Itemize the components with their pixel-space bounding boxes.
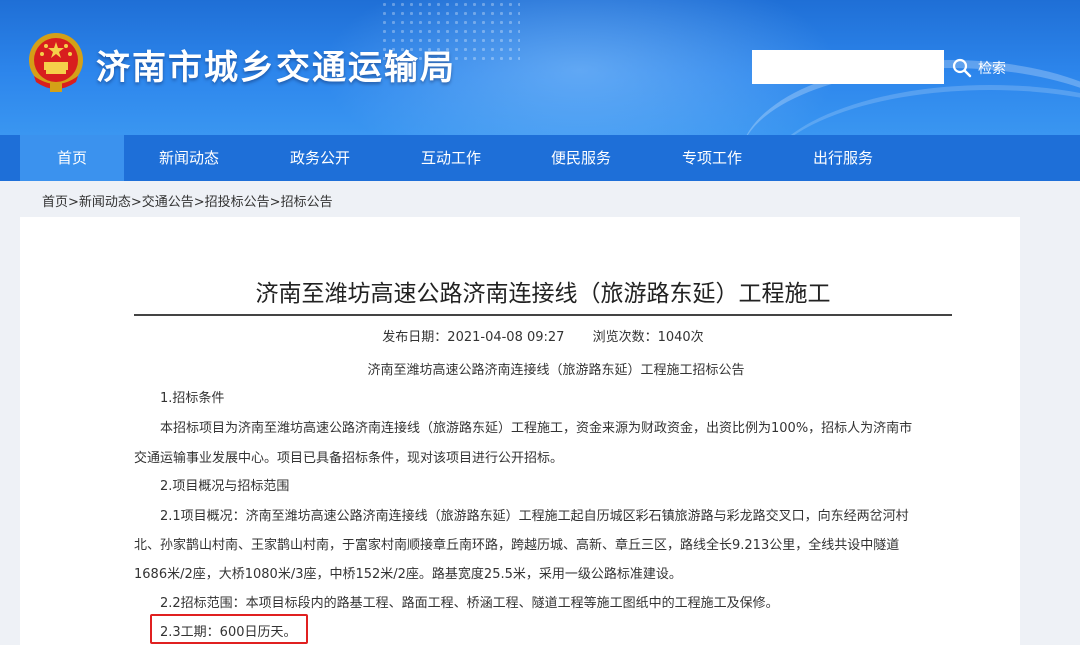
paragraph: 1.招标条件 <box>160 391 225 406</box>
nav-item-government-affairs[interactable]: 政务公开 <box>254 135 386 181</box>
nav-item-interaction[interactable]: 互动工作 <box>386 135 516 181</box>
search-button-label: 检索 <box>978 61 1006 77</box>
paragraph: 交通运输事业发展中心。项目已具备招标条件，现对该项目进行公开招标。 <box>134 451 564 466</box>
nav-item-home[interactable]: 首页 <box>20 135 124 181</box>
highlight-box <box>150 614 308 644</box>
article-title: 济南至潍坊高速公路济南连接线（旅游路东延）工程施工 <box>255 281 831 307</box>
site-header: 济南市城乡交通运输局 检索 <box>0 0 1080 135</box>
paragraph: 2.项目概况与招标范围 <box>160 479 290 494</box>
paragraph: 1686米/2座，大桥1080米/3座，中桥152米/2座。路基宽度25.5米，… <box>134 567 682 582</box>
main-nav: 首页 新闻动态 政务公开 互动工作 便民服务 专项工作 出行服务 <box>0 135 1080 181</box>
article-meta: 发布日期：2021-04-08 09:27 浏览次数：1040次 <box>0 326 1080 345</box>
national-emblem-icon <box>29 33 83 92</box>
nav-item-travel-service[interactable]: 出行服务 <box>778 135 908 181</box>
publish-date: 发布日期：2021-04-08 09:27 <box>382 330 565 345</box>
nav-item-special-work[interactable]: 专项工作 <box>646 135 778 181</box>
search-button[interactable]: 检索 <box>952 54 1006 82</box>
article-subtitle: 济南至潍坊高速公路济南连接线（旅游路东延）工程施工招标公告 <box>367 363 745 378</box>
paragraph: 2.2招标范围：本项目标段内的路基工程、路面工程、桥涵工程、隧道工程等施工图纸中… <box>160 596 779 611</box>
title-divider <box>134 314 952 316</box>
nav-item-news[interactable]: 新闻动态 <box>124 135 254 181</box>
search-icon <box>952 58 972 78</box>
site-title: 济南市城乡交通运输局 <box>96 48 456 88</box>
view-count: 浏览次数：1040次 <box>592 330 704 345</box>
nav-item-public-service[interactable]: 便民服务 <box>516 135 646 181</box>
breadcrumb[interactable]: 首页>新闻动态>交通公告>招投标公告>招标公告 <box>42 191 333 210</box>
paragraph: 北、孙家鹊山村南、王家鹊山村南，于富家村南顺接章丘南环路，跨越历城、高新、章丘三… <box>134 538 900 553</box>
paragraph: 本招标项目为济南至潍坊高速公路济南连接线（旅游路东延）工程施工，资金来源为财政资… <box>160 421 913 436</box>
paragraph: 2.1项目概况：济南至潍坊高速公路济南连接线（旅游路东延）工程施工起自历城区彩石… <box>160 509 909 524</box>
search-input[interactable] <box>752 50 944 84</box>
